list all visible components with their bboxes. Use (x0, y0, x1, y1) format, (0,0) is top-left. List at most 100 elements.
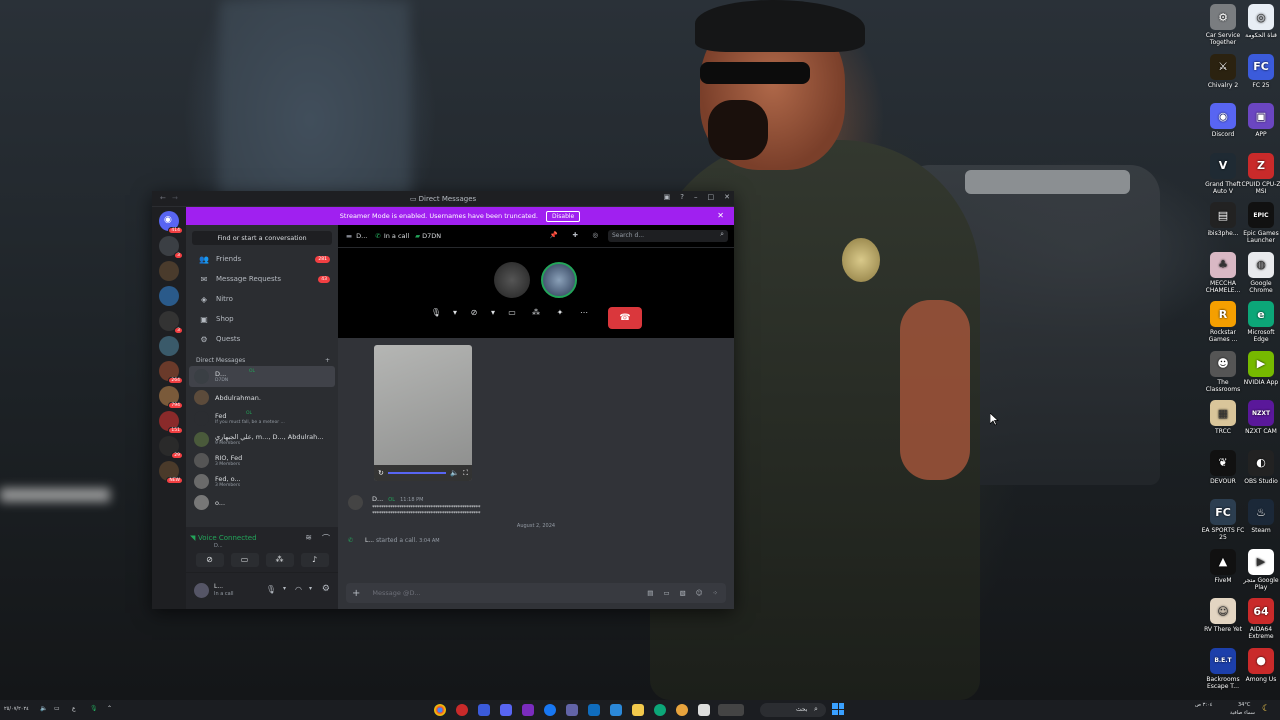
desktop-icon[interactable]: NZXT NZXT CAM (1239, 400, 1280, 435)
volume-icon[interactable]: 🔈 (450, 469, 459, 477)
desktop-icon[interactable]: ▣ APP (1239, 103, 1280, 138)
store-taskbar-icon[interactable] (610, 704, 622, 716)
facebook-taskbar-icon[interactable] (544, 704, 556, 716)
dm-item[interactable]: o... (186, 492, 338, 513)
close-window-button[interactable]: ✕ (724, 193, 730, 201)
server-icon[interactable]: 3 (159, 236, 183, 259)
message-author[interactable]: D... (372, 495, 383, 503)
activity-button[interactable]: ⁂ (265, 553, 294, 567)
server-icon[interactable] (159, 336, 179, 356)
desktop-icon[interactable]: ◐ OBS Studio (1239, 449, 1280, 485)
call-avatar-d7dn[interactable] (494, 262, 530, 298)
chevron-down-icon[interactable]: ▾ (283, 585, 286, 592)
server-icon[interactable]: NEW (159, 461, 183, 484)
show-hidden-icons[interactable]: ⌃ (107, 705, 112, 712)
desktop-icon[interactable]: e Microsoft Edge (1239, 301, 1280, 343)
emoji-icon[interactable]: ☺ (696, 589, 703, 597)
nzxt-taskbar-icon[interactable] (522, 704, 534, 716)
app-taskbar-icon[interactable] (456, 704, 468, 716)
server-icon[interactable]: 29 (159, 436, 183, 459)
find-conversation-button[interactable]: Find or start a conversation (192, 231, 332, 245)
profile-icon[interactable]: ◎ (592, 231, 598, 239)
microphone-icon[interactable]: 🎙 (266, 585, 276, 594)
desktop-icon[interactable]: EPIC Epic Games Launcher (1239, 202, 1280, 244)
help-icon[interactable]: ? (680, 193, 684, 201)
server-icon[interactable]: 3 (159, 311, 183, 334)
chat-user-name[interactable]: D... (356, 232, 367, 240)
nav-item-nitro[interactable]: ◈ Nitro (186, 289, 338, 309)
video-progress[interactable] (387, 472, 447, 474)
video-attachment[interactable]: ↻ 🔈 ⛶ (374, 345, 472, 481)
disconnect-icon[interactable]: ⌒ (322, 533, 330, 544)
language-tray-icon[interactable]: ع (72, 705, 76, 712)
desktop-icon[interactable]: ▶ NVIDIA App (1239, 350, 1280, 386)
soundboard-icon[interactable]: ✦ (552, 308, 568, 317)
fullscreen-icon[interactable]: ⛶ (463, 469, 468, 478)
volume-tray-icon[interactable]: 🔈 (40, 705, 47, 712)
desktop-icon[interactable]: FC FC 25 (1239, 53, 1280, 89)
nav-item-friends[interactable]: 👥 Friends 281 (186, 249, 338, 269)
taskbar-time[interactable]: ٣:٠٤ ص (1195, 702, 1212, 708)
server-icon[interactable]: 151 (159, 411, 183, 434)
maximize-button[interactable]: □ (708, 193, 715, 201)
close-banner-icon[interactable]: ✕ (717, 211, 724, 220)
dm-item[interactable]: Fed, o... 3 Members (186, 471, 338, 492)
notepad-taskbar-icon[interactable] (698, 704, 710, 716)
dm-item[interactable]: OL D... D7DN (189, 366, 335, 387)
server-icon[interactable] (159, 286, 179, 306)
desktop-icon[interactable]: ◎ قناة الحكومة (1239, 4, 1280, 39)
add-attachment-icon[interactable]: + (352, 588, 360, 599)
headphones-icon[interactable]: ◠ (295, 585, 302, 594)
voice-connected-label[interactable]: Voice Connected (198, 534, 257, 542)
message-input[interactable]: Message @D... (372, 589, 647, 597)
settings-gear-icon[interactable]: ⚙ (322, 584, 330, 594)
chrome-taskbar-icon[interactable] (434, 704, 446, 716)
chevron-down-icon[interactable]: ▾ (309, 585, 312, 592)
minimize-button[interactable]: – (694, 193, 698, 201)
pin-icon[interactable]: 📌 (550, 231, 558, 239)
message-avatar[interactable] (348, 495, 363, 510)
server-icon[interactable]: 264 (159, 361, 183, 384)
camera-off-button[interactable]: ⊘ (195, 553, 224, 567)
dm-item[interactable]: علي الجبهاري, m..., D..., Abdulrah... 9 M… (186, 429, 338, 450)
search-input[interactable]: Search d... (608, 230, 728, 242)
desktop-icon[interactable]: ● Among Us (1239, 647, 1280, 683)
noise-suppression-icon[interactable]: ≋ (305, 533, 312, 542)
sticker-icon[interactable]: ▧ (680, 589, 686, 597)
mic-tray-icon[interactable]: 🎙 (90, 705, 98, 712)
screen-share-icon[interactable]: ▭ (504, 308, 520, 317)
mail-taskbar-icon[interactable] (588, 704, 600, 716)
snipping-taskbar-icon[interactable] (478, 704, 490, 716)
taskbar-date[interactable]: ٢٥/٠٧/٢٠٢٤ (4, 706, 29, 712)
edge-taskbar-icon[interactable] (654, 704, 666, 716)
gif-icon[interactable]: ▭ (663, 589, 669, 597)
server-icon[interactable]: 794 (159, 386, 183, 409)
desktop-icon[interactable]: ◍ Google Chrome (1239, 251, 1280, 294)
server-icon[interactable] (159, 261, 179, 281)
call-avatar-user[interactable] (541, 262, 577, 298)
dm-item[interactable]: OL Fed If you must fall, be a meteor ... (186, 408, 338, 429)
mute-mic-button[interactable]: 🎙 (428, 308, 444, 317)
chevron-down-icon[interactable]: ▾ (452, 308, 458, 317)
teams-taskbar-icon[interactable] (566, 704, 578, 716)
replay-icon[interactable]: ↻ (378, 469, 384, 477)
start-button[interactable] (832, 703, 844, 715)
explorer-taskbar-icon[interactable] (632, 704, 644, 716)
call-notice-who[interactable]: L... (365, 537, 374, 544)
discord-taskbar-icon[interactable] (500, 704, 512, 716)
soundboard-button[interactable]: ♪ (300, 553, 329, 567)
taskbar-search[interactable]: بحث ⌕ (760, 703, 826, 717)
create-dm-icon[interactable]: + (325, 357, 330, 364)
paint-taskbar-icon[interactable] (676, 704, 688, 716)
user-avatar[interactable] (194, 583, 209, 598)
screen-share-button[interactable]: ▭ (230, 553, 259, 567)
desktop-icon[interactable]: ♨ Steam (1239, 499, 1280, 534)
add-friends-icon[interactable]: ✚ (573, 231, 578, 239)
network-tray-icon[interactable]: ▭ (54, 705, 60, 712)
hang-up-button[interactable]: ☎ (608, 307, 642, 329)
more-options-icon[interactable]: ⋯ (576, 308, 592, 317)
disable-streamer-button[interactable]: Disable (545, 210, 581, 222)
dm-item[interactable]: RIO, Fed 3 Members (186, 450, 338, 471)
video-off-button[interactable]: ⊘ (466, 308, 482, 317)
desktop-icon[interactable]: ▶ متجر Google Play (1239, 548, 1280, 591)
